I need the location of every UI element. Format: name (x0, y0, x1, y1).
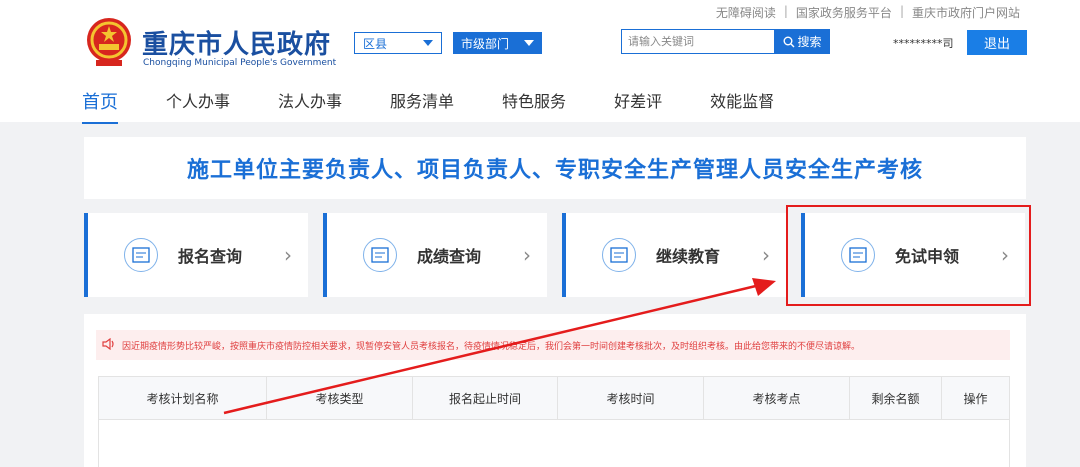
col-exam-time: 考核时间 (558, 377, 704, 419)
speaker-icon (102, 337, 116, 353)
title-panel: 施工单位主要负责人、项目负责人、专职安全生产管理人员安全生产考核 (84, 137, 1026, 199)
user-name: *********司 (893, 37, 954, 50)
nav-corporate[interactable]: 法人办事 (278, 88, 342, 122)
caret-down-icon (423, 40, 433, 46)
col-plan-name: 考核计划名称 (99, 377, 267, 419)
logo-subtitle: Chongqing Municipal People's Government (143, 58, 337, 68)
card-continuing-education[interactable]: 继续教育 › (562, 213, 786, 297)
col-remaining: 剩余名额 (850, 377, 942, 419)
col-type: 考核类型 (267, 377, 413, 419)
chevron-right-icon: › (523, 243, 531, 267)
card-score-query[interactable]: 成绩查询 › (323, 213, 547, 297)
notice-text: 因近期疫情形势比较严峻，按照重庆市疫情防控相关要求，现暂停安管人员考核报名，待疫… (122, 341, 861, 352)
top-links: 无障碍阅读 | 国家政务服务平台 | 重庆市政府门户网站 (716, 4, 1020, 21)
chevron-right-icon: › (284, 243, 292, 267)
header: 无障碍阅读 | 国家政务服务平台 | 重庆市政府门户网站 重庆市人民政府 Cho… (0, 0, 1080, 124)
document-icon (602, 238, 636, 272)
link-national-platform[interactable]: 国家政务服务平台 (796, 4, 892, 21)
document-icon (124, 238, 158, 272)
table-header: 考核计划名称 考核类型 报名起止时间 考核时间 考核考点 剩余名额 操作 (98, 376, 1010, 420)
county-select[interactable]: 区县 (354, 32, 442, 54)
caret-down-icon (524, 40, 534, 46)
document-icon (363, 238, 397, 272)
nav-service-list[interactable]: 服务清单 (390, 88, 454, 122)
logo-title: 重庆市人民政府 (142, 30, 332, 60)
card-label: 继续教育 (656, 247, 721, 266)
card-label: 报名查询 (178, 247, 243, 266)
link-accessible-reading[interactable]: 无障碍阅读 (716, 4, 776, 21)
notice-bar: 因近期疫情形势比较严峻，按照重庆市疫情防控相关要求，现暂停安管人员考核报名，待疫… (96, 330, 1010, 360)
search-input[interactable]: 请输入关键词 (621, 29, 775, 54)
separator: | (783, 4, 788, 18)
nav-personal[interactable]: 个人办事 (166, 88, 230, 122)
department-select[interactable]: 市级部门 (453, 32, 542, 54)
link-chongqing-portal[interactable]: 重庆市政府门户网站 (912, 4, 1020, 21)
nav-home[interactable]: 首页 (82, 88, 118, 124)
search-button-label: 搜索 (797, 35, 822, 49)
nav-special-services[interactable]: 特色服务 (502, 88, 566, 122)
col-register-period: 报名起止时间 (413, 377, 558, 419)
national-emblem-icon (84, 14, 134, 70)
col-exam-site: 考核考点 (704, 377, 850, 419)
search-button[interactable]: 搜索 (775, 29, 830, 54)
logout-button[interactable]: 退出 (967, 30, 1027, 55)
county-select-label: 区县 (363, 36, 388, 51)
separator: | (899, 4, 904, 18)
nav-evaluation[interactable]: 好差评 (614, 88, 662, 122)
highlight-box (786, 205, 1031, 306)
nav-supervision[interactable]: 效能监督 (710, 88, 774, 122)
page-title: 施工单位主要负责人、项目负责人、专职安全生产管理人员安全生产考核 (186, 158, 923, 183)
plan-panel: 因近期疫情形势比较严峻，按照重庆市疫情防控相关要求，现暂停安管人员考核报名，待疫… (84, 314, 1026, 467)
chevron-right-icon: › (762, 243, 770, 267)
col-action: 操作 (963, 391, 988, 406)
main-nav: 首页 个人办事 法人办事 服务清单 特色服务 好差评 效能监督 (82, 88, 822, 124)
table-body (98, 420, 1010, 467)
department-select-label: 市级部门 (461, 36, 510, 51)
search-icon (783, 36, 795, 47)
card-label: 成绩查询 (417, 247, 482, 266)
card-registration-query[interactable]: 报名查询 › (84, 213, 308, 297)
